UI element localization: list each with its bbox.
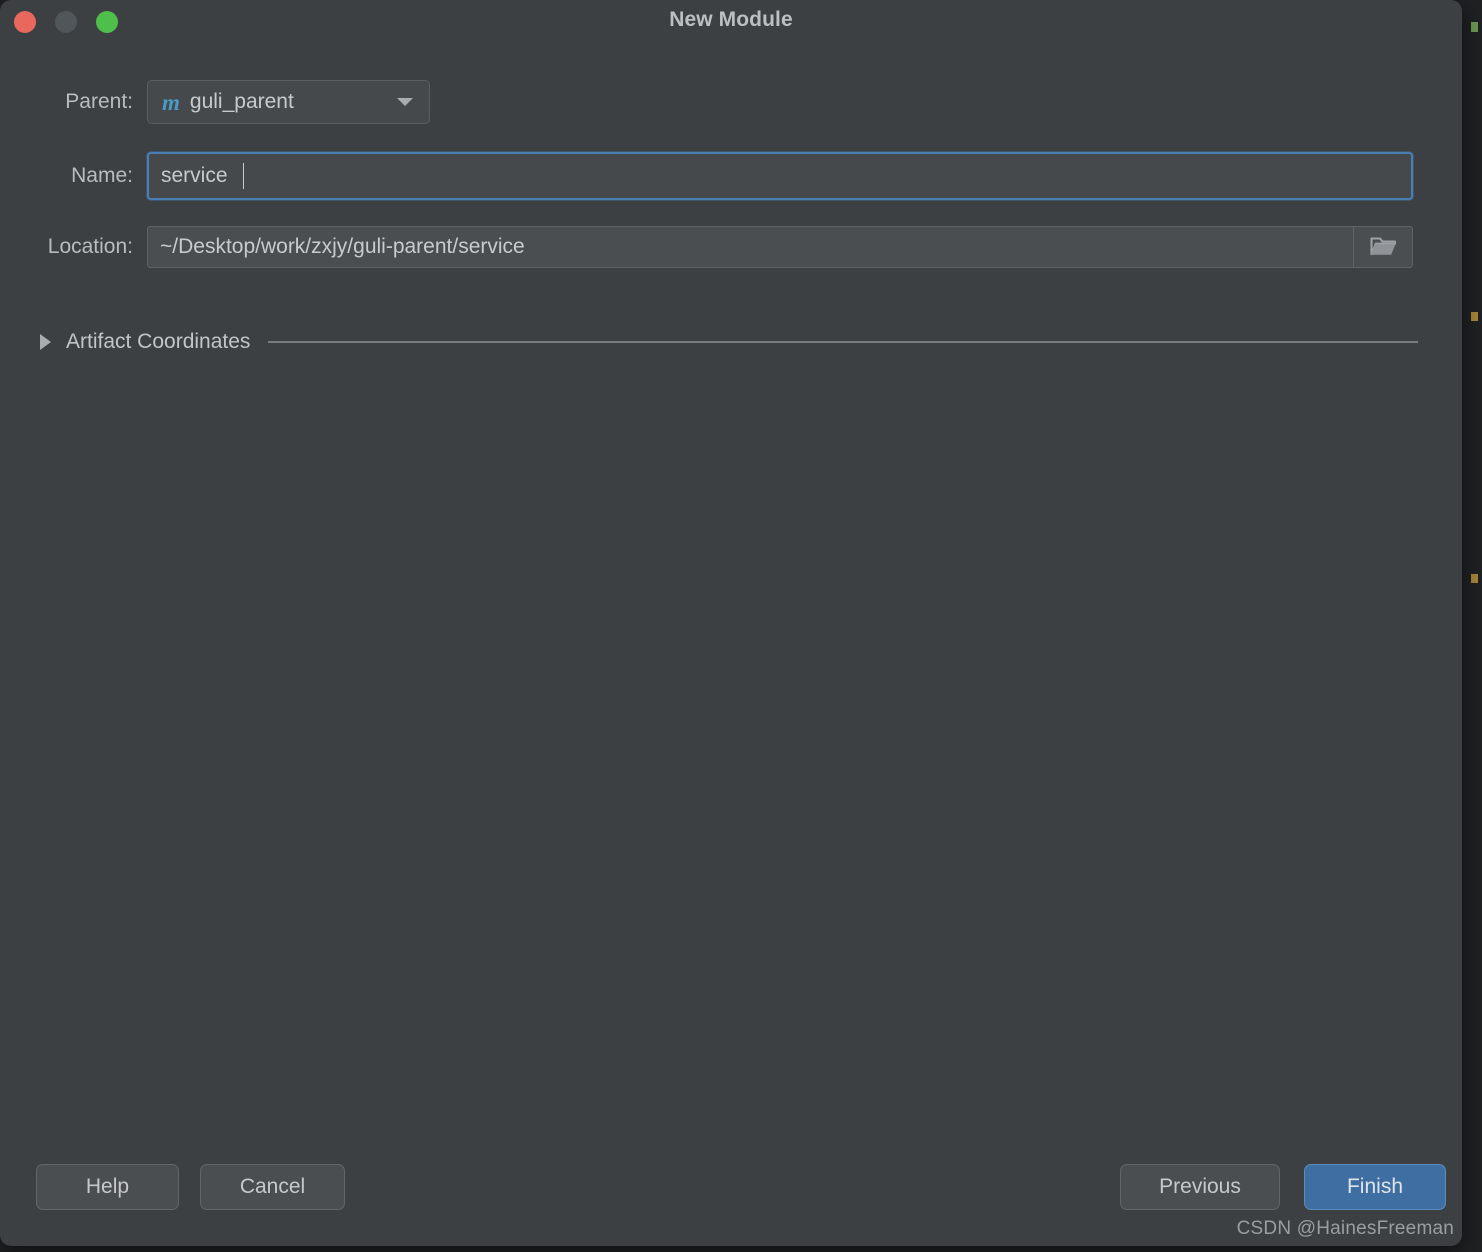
- dialog-titlebar: New Module: [0, 0, 1462, 44]
- artifact-coordinates-section[interactable]: Artifact Coordinates: [40, 330, 1440, 354]
- parent-selected-value: guli_parent: [189, 90, 294, 113]
- text-caret: [243, 163, 244, 189]
- location-field-row: Location: ~/Desktop/work/zxjy/guli-paren…: [22, 226, 1413, 268]
- location-value[interactable]: ~/Desktop/work/zxjy/guli-parent/service: [160, 235, 1353, 259]
- parent-field-row: Parent: m guli_parent: [22, 80, 430, 124]
- cancel-button[interactable]: Cancel: [200, 1164, 345, 1210]
- location-input-wrapper[interactable]: ~/Desktop/work/zxjy/guli-parent/service: [147, 226, 1413, 268]
- chevron-down-icon: [397, 98, 413, 106]
- triangle-right-icon[interactable]: [40, 334, 51, 350]
- previous-button[interactable]: Previous: [1120, 1164, 1280, 1210]
- folder-open-icon: [1369, 237, 1396, 256]
- location-label: Location:: [47, 235, 133, 258]
- help-button[interactable]: Help: [36, 1164, 179, 1210]
- artifact-coordinates-label: Artifact Coordinates: [66, 330, 251, 353]
- section-divider: [268, 341, 1418, 343]
- browse-folder-button[interactable]: [1353, 227, 1412, 267]
- parent-module-dropdown[interactable]: m guli_parent: [147, 80, 430, 124]
- parent-label: Parent:: [65, 90, 133, 113]
- finish-button[interactable]: Finish: [1304, 1164, 1446, 1210]
- inspection-marker-green: [1471, 22, 1478, 32]
- name-input-wrapper[interactable]: [147, 152, 1413, 200]
- inspection-marker-warning: [1471, 574, 1478, 583]
- inspection-marker-warning: [1471, 312, 1478, 321]
- watermark: CSDN @HainesFreeman: [1236, 1218, 1454, 1239]
- new-module-dialog: New Module Parent: m guli_parent Name: L…: [0, 0, 1462, 1246]
- maven-module-icon: m: [162, 89, 180, 115]
- name-input[interactable]: [161, 164, 247, 188]
- name-label: Name:: [71, 164, 133, 187]
- dialog-title: New Module: [669, 8, 793, 31]
- name-field-row: Name:: [22, 152, 1413, 200]
